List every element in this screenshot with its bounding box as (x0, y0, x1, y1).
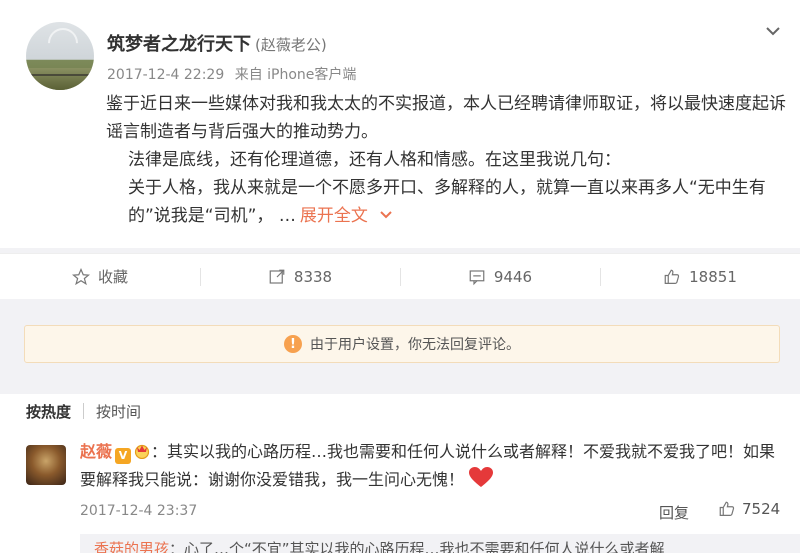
repost-count: 8338 (293, 267, 333, 286)
repost-button[interactable]: 8338 (200, 254, 400, 299)
author-name[interactable]: 筑梦者之龙行天下 (107, 34, 251, 55)
user-avatar[interactable] (26, 22, 94, 90)
sub-reply-text: ：心了…个“不宜”其实以我的心路历程…我也不需要和任何人说什么或者解 (169, 540, 665, 553)
like-button[interactable]: 18851 (600, 254, 800, 299)
comment-item: 赵薇 V ：其实以我的心路历程…我也需要和任何人说什么或者解释！不爱我就不爱我了吧！… (0, 428, 800, 553)
comment-button[interactable]: 9446 (400, 254, 600, 299)
post-author[interactable]: 筑梦者之龙行天下 (赵薇老公) (107, 30, 327, 56)
comment-like-count: 7524 (742, 500, 781, 518)
comment-body: 赵薇 V ：其实以我的心路历程…我也需要和任何人说什么或者解释！不爱我就不爱我了吧！… (80, 438, 780, 494)
favorite-label: 收藏 (97, 268, 128, 286)
sort-by-hot-tab[interactable]: 按热度 (26, 401, 71, 422)
heart-icon (469, 467, 494, 487)
comment-icon (469, 269, 485, 285)
sub-reply-preview[interactable]: 香菇的男孩：心了…个“不宜”其实以我的心路历程…我也不需要和任何人说什么或者解 (80, 534, 800, 553)
repost-icon (269, 269, 285, 284)
warning-icon: ! (284, 335, 302, 353)
post-action-bar: 收藏 8338 9446 18851 (0, 253, 800, 299)
sort-divider (83, 403, 85, 419)
weibo-post-card: 筑梦者之龙行天下 (赵薇老公) 2017-12-4 22:29 来自 iPhone… (0, 0, 800, 248)
crown-badge-icon (134, 444, 150, 459)
post-content: 鉴于近日来一些媒体对我和我太太的不实报道，本人已经聘请律师取证，将以最快速度起诉… (106, 90, 786, 230)
post-paragraph-last: 关于人格，我从来就是一个不愿多开口、多解释的人，就算一直以来再多人“无中生有的”… (106, 174, 786, 230)
like-count: 18851 (689, 267, 737, 286)
post-meta: 2017-12-4 22:29 来自 iPhone客户端 (107, 64, 362, 84)
commenter-name[interactable]: 赵薇 (80, 442, 112, 461)
verified-badge-icon: V (115, 448, 132, 464)
comment-sort-bar: 按热度 按时间 (0, 394, 800, 428)
star-icon (71, 267, 90, 285)
chevron-down-icon[interactable] (764, 22, 782, 40)
thumbs-up-icon (664, 269, 680, 284)
comment-time: 2017-12-4 23:37 (80, 503, 198, 519)
reply-button[interactable]: 回复 (659, 502, 689, 523)
thumbs-up-icon (719, 501, 735, 516)
post-paragraph: 鉴于近日来一些媒体对我和我太太的不实报道，本人已经聘请律师取证，将以最快速度起诉… (106, 94, 786, 142)
reply-restricted-notice: ! 由于用户设置，你无法回复评论。 (24, 325, 780, 363)
sub-reply-author[interactable]: 香菇的男孩 (94, 540, 169, 553)
comment-like-button[interactable]: 7524 (718, 500, 780, 518)
notice-text: 由于用户设置，你无法回复评论。 (310, 337, 520, 353)
post-paragraph: 法律是底线，还有伦理道德，还有人格和情感。在这里我说几句： (128, 150, 621, 170)
comment-colon: ： (151, 442, 168, 461)
post-time[interactable]: 2017-12-4 22:29 (107, 67, 224, 83)
comment-text: 其实以我的心路历程…我也需要和任何人说什么或者解释！不爱我就不爱我了吧！如果要解… (80, 442, 776, 489)
commenter-avatar[interactable] (26, 445, 66, 485)
comment-count: 9446 (493, 267, 533, 286)
favorite-button[interactable]: 收藏 (0, 254, 200, 299)
post-source: 来自 iPhone客户端 (234, 67, 357, 83)
expand-full-text-link[interactable]: 展开全文 (300, 206, 393, 226)
sort-by-time-tab[interactable]: 按时间 (96, 401, 141, 422)
author-remark: (赵薇老公) (255, 36, 327, 54)
post-paragraph: 关于人格，我从来就是一个不愿多开口、多解释的人，就算一直以来再多人“无中生有的”… (128, 178, 766, 226)
chevron-down-icon (380, 211, 392, 219)
